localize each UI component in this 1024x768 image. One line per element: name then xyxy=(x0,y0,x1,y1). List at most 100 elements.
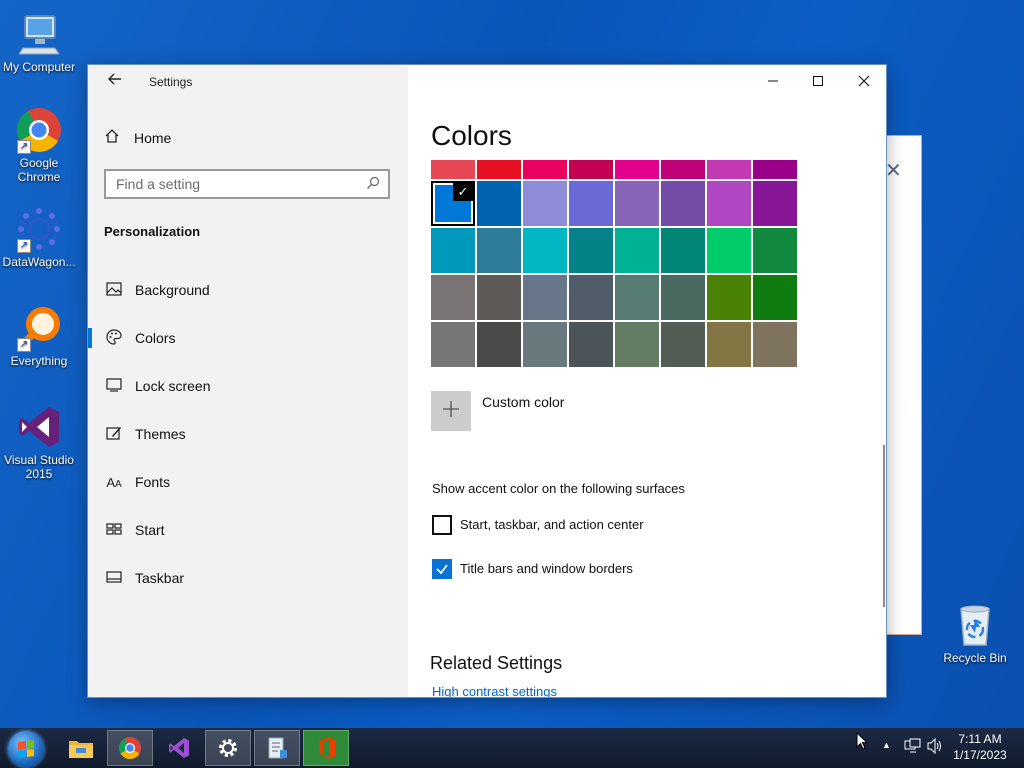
color-swatch[interactable] xyxy=(753,181,797,226)
visual-studio-icon xyxy=(15,403,63,451)
home-link[interactable]: Home xyxy=(104,128,171,147)
color-swatch[interactable] xyxy=(753,160,797,179)
color-swatch[interactable] xyxy=(661,275,705,320)
color-swatch[interactable] xyxy=(615,181,659,226)
scrollbar[interactable] xyxy=(883,445,885,607)
color-swatch[interactable] xyxy=(615,322,659,367)
color-swatch[interactable]: ✓ xyxy=(431,181,475,226)
color-swatch[interactable] xyxy=(477,275,521,320)
custom-color-button[interactable] xyxy=(431,391,471,431)
sidebar-item-colors[interactable]: Colors xyxy=(88,318,408,358)
color-swatch[interactable] xyxy=(707,228,751,273)
taskbar-chrome[interactable] xyxy=(107,730,153,766)
color-swatch[interactable] xyxy=(431,160,475,179)
color-swatch[interactable] xyxy=(707,275,751,320)
clock-time: 7:11 AM xyxy=(958,732,1002,746)
color-swatch[interactable] xyxy=(477,228,521,273)
visual-studio-icon xyxy=(169,738,189,758)
start-grid-icon xyxy=(104,522,124,538)
color-swatch[interactable] xyxy=(431,275,475,320)
settings-window: Settings Home Find a setting Personaliza… xyxy=(88,65,886,697)
sidebar-item-background[interactable]: Background xyxy=(88,270,408,310)
color-swatch[interactable] xyxy=(431,228,475,273)
desktop-icon-label: DataWagon... xyxy=(2,255,76,269)
color-swatch[interactable] xyxy=(477,322,521,367)
minimize-button[interactable] xyxy=(750,65,796,97)
shortcut-arrow-icon: ↗ xyxy=(17,239,31,253)
brush-icon xyxy=(104,425,124,444)
color-swatch[interactable] xyxy=(523,275,567,320)
taskbar-explorer[interactable] xyxy=(58,730,104,766)
network-icon[interactable] xyxy=(904,738,922,757)
color-swatch[interactable] xyxy=(569,228,613,273)
color-swatch[interactable] xyxy=(477,160,521,179)
color-swatch[interactable] xyxy=(523,322,567,367)
close-button[interactable] xyxy=(841,65,886,97)
maximize-button[interactable] xyxy=(795,65,841,97)
home-label: Home xyxy=(134,129,172,146)
background-window[interactable]: ✕ xyxy=(880,135,922,635)
custom-color-label[interactable]: Custom color xyxy=(482,394,564,410)
start-taskbar-checkbox-label[interactable]: Start, taskbar, and action center xyxy=(460,517,644,532)
title-bars-checkbox[interactable] xyxy=(432,559,452,579)
color-swatch[interactable] xyxy=(615,275,659,320)
desktop-icon-google-chrome[interactable]: ↗ Google Chrome xyxy=(1,106,77,184)
color-swatch[interactable] xyxy=(477,181,521,226)
start-taskbar-checkbox[interactable] xyxy=(432,515,452,535)
taskbar-office[interactable] xyxy=(303,730,349,766)
desktop-icon-visual-studio[interactable]: Visual Studio 2015 xyxy=(1,403,77,481)
color-swatch[interactable] xyxy=(661,228,705,273)
color-swatch[interactable] xyxy=(707,160,751,179)
color-swatch[interactable] xyxy=(661,181,705,226)
sidebar-item-lock-screen[interactable]: Lock screen xyxy=(88,366,408,406)
title-bars-checkbox-label[interactable]: Title bars and window borders xyxy=(460,561,633,576)
color-swatch[interactable] xyxy=(569,322,613,367)
color-swatch[interactable] xyxy=(523,228,567,273)
color-swatch[interactable] xyxy=(753,275,797,320)
desktop-icon-recycle-bin[interactable]: Recycle Bin xyxy=(937,601,1013,665)
high-contrast-link[interactable]: High contrast settings xyxy=(432,684,557,697)
color-swatch[interactable] xyxy=(523,160,567,179)
color-swatch[interactable] xyxy=(615,228,659,273)
color-swatch[interactable] xyxy=(569,181,613,226)
desktop-icon-my-computer[interactable]: My Computer xyxy=(1,10,77,74)
color-swatch[interactable] xyxy=(569,160,613,179)
color-swatch[interactable] xyxy=(661,160,705,179)
color-swatch[interactable] xyxy=(615,160,659,179)
color-swatch[interactable] xyxy=(707,181,751,226)
taskbar-clock[interactable]: 7:11 AM 1/17/2023 xyxy=(950,731,1010,763)
back-arrow-icon[interactable] xyxy=(104,71,126,93)
show-hidden-icons-icon[interactable]: ▲ xyxy=(882,740,891,750)
color-swatch[interactable] xyxy=(753,322,797,367)
start-button[interactable] xyxy=(8,731,44,767)
sidebar-item-fonts[interactable]: AA Fonts xyxy=(88,462,408,502)
windows-logo-icon xyxy=(18,740,34,758)
sidebar-item-themes[interactable]: Themes xyxy=(88,414,408,454)
taskbar-notepad[interactable] xyxy=(254,730,300,766)
chrome-icon xyxy=(119,737,141,759)
taskbar-settings[interactable] xyxy=(205,730,251,766)
related-settings-heading: Related Settings xyxy=(430,653,563,673)
plus-icon xyxy=(442,397,460,425)
close-icon[interactable]: ✕ xyxy=(885,158,902,183)
taskbar-visual-studio[interactable] xyxy=(156,730,202,766)
folder-icon xyxy=(69,741,93,758)
desktop-icon-datawagon[interactable]: ↗ DataWagon... xyxy=(1,205,77,269)
color-swatch[interactable] xyxy=(753,228,797,273)
sidebar-item-start[interactable]: Start xyxy=(88,510,408,550)
color-swatch[interactable] xyxy=(661,322,705,367)
close-icon xyxy=(858,75,870,87)
sidebar-item-taskbar[interactable]: Taskbar xyxy=(88,558,408,598)
color-swatch[interactable] xyxy=(431,322,475,367)
color-swatch[interactable] xyxy=(523,181,567,226)
volume-icon[interactable] xyxy=(926,737,944,757)
minimize-icon xyxy=(768,80,778,82)
taskbar xyxy=(0,728,1024,768)
desktop-icon-label: Recycle Bin xyxy=(943,651,1007,665)
color-swatch[interactable] xyxy=(569,275,613,320)
desktop-icon-everything[interactable]: ↗ Everything xyxy=(1,304,77,368)
sidebar-item-label: Taskbar xyxy=(135,570,185,586)
color-swatch[interactable] xyxy=(707,322,751,367)
search-input[interactable]: Find a setting xyxy=(104,169,390,199)
taskbar-icon xyxy=(104,570,124,586)
